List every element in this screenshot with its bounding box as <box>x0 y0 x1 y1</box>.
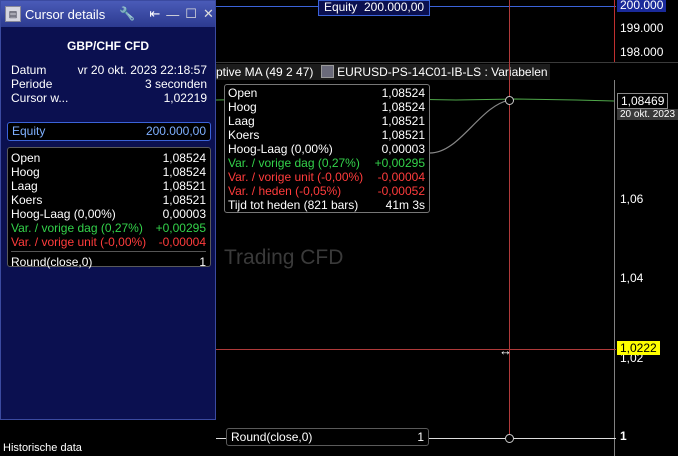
indicator-name: Round(close,0) <box>231 430 313 444</box>
tooltip-value: 1,08524 <box>381 100 425 114</box>
tooltip-label: Hoog <box>228 100 257 114</box>
tooltip-var-today-value: -0,00052 <box>377 184 425 198</box>
tooltip-label: Hoog-Laag (0,00%) <box>228 142 333 156</box>
maximize-button[interactable]: ☐ <box>185 6 197 22</box>
equity-label: Equity <box>12 124 46 138</box>
stat-label: Open <box>11 151 41 165</box>
pane-separator <box>216 62 678 63</box>
info-label: Cursor w... <box>11 91 69 105</box>
tooltip-value: 0,00003 <box>381 142 425 156</box>
date-tag: 20 okt. 2023 <box>617 109 678 120</box>
var-unit-value: -0,00004 <box>158 235 206 249</box>
round-indicator-label: Round(close,0) 1 <box>226 428 429 446</box>
tooltip-var-day-label: Var. / vorige dag (0,27%) <box>228 156 360 170</box>
tooltip-label: Laag <box>228 114 255 128</box>
cursor-window-icon: ▤ <box>5 6 21 22</box>
info-value: 1,02219 <box>163 91 207 105</box>
stats-divider <box>11 251 206 252</box>
stat-value: 1,08521 <box>162 179 206 193</box>
stat-label: Hoog-Laag (0,00%) <box>11 207 116 221</box>
chart-header: ptive MA (49 2 47) EURUSD-PS-14C01-IB-LS… <box>216 64 550 80</box>
top-equity-label: Equity <box>323 0 358 14</box>
tooltip-time-value: 41m 3s <box>385 198 425 212</box>
equity-box: Equity 200.000,00 <box>7 122 211 141</box>
indicator-name: ptive MA (49 2 47) <box>216 65 314 79</box>
stat-value: 1,08521 <box>162 193 206 207</box>
stat-value: 1,08524 <box>162 151 206 165</box>
current-price-tag: 1,08469 <box>617 93 669 109</box>
tooltip-value: 1,08521 <box>381 128 425 142</box>
crosshair-point <box>505 96 514 105</box>
panel-titlebar[interactable]: ▤ Cursor details 🔧 ⇤ — ☐ ✕ <box>1 1 215 27</box>
tooltip-var-day-value: +0,00295 <box>374 156 425 170</box>
resize-cursor-icon: ↔ <box>499 343 512 358</box>
price-tick-0: 1,06 <box>620 192 644 206</box>
info-value: 3 seconden <box>144 77 207 91</box>
panel-title: Cursor details <box>25 6 106 22</box>
indicator-point <box>505 434 514 443</box>
price-axis-border <box>614 80 615 456</box>
status-bar: Historische data <box>0 440 219 456</box>
wrench-icon[interactable]: 🔧 <box>119 6 135 22</box>
stat-value: 1,08524 <box>162 165 206 179</box>
info-value: vr 20 okt. 2023 22:18:57 <box>77 63 207 77</box>
variable-square-icon <box>320 65 334 78</box>
price-tick-1: 1,04 <box>620 271 644 285</box>
tooltip-value: 1,08524 <box>381 86 425 100</box>
top-axis-tick-1: 199.000 <box>620 21 664 35</box>
crosshair-vertical <box>509 0 510 440</box>
tooltip-var-unit-value: -0,00004 <box>377 170 425 184</box>
cursor-details-panel[interactable]: ▤ Cursor details 🔧 ⇤ — ☐ ✕ GBP/CHF CFD D… <box>0 0 216 420</box>
watermark: Trading CFD <box>224 246 344 269</box>
info-label: Datum <box>11 63 47 77</box>
round-value: 1 <box>199 255 206 269</box>
stat-label: Koers <box>11 193 43 207</box>
tooltip-label: Koers <box>228 128 260 142</box>
stat-label: Hoog <box>11 165 40 179</box>
variables-label: EURUSD-PS-14C01-IB-LS : Variabelen <box>337 65 548 79</box>
instrument-name: GBP/CHF CFD <box>67 39 149 53</box>
crosshair-horizontal <box>216 349 616 350</box>
minimize-button[interactable]: — <box>166 7 179 22</box>
bottom-axis-tick: 1 <box>620 429 627 443</box>
top-equity-value: 200.000,00 <box>363 0 425 14</box>
tooltip-var-today-label: Var. / heden (-0,05%) <box>228 184 342 198</box>
top-axis-border <box>614 0 615 62</box>
top-axis-tick-2: 198.000 <box>620 45 664 59</box>
cursor-value-tag: 1,0222 <box>617 341 660 355</box>
equity-value: 200.000,00 <box>145 124 206 138</box>
stat-value: 0,00003 <box>162 207 206 221</box>
cursor-tooltip: Open 1,08524 Hoog 1,08524 Laag 1,08521 Koer… <box>224 84 430 213</box>
var-day-label: Var. / vorige dag (0,27%) <box>11 221 143 235</box>
tooltip-label: Open <box>228 86 258 100</box>
var-day-value: +0,00295 <box>155 221 206 235</box>
top-equity-badge: Equity 200.000,00 <box>318 0 430 16</box>
stat-label: Laag <box>11 179 38 193</box>
top-axis-tick-0: 200.000 <box>617 0 667 12</box>
var-unit-label: Var. / vorige unit (-0,00%) <box>11 235 147 249</box>
pin-icon[interactable]: ⇤ <box>149 6 160 22</box>
stats-box: Open 1,08524 Hoog 1,08524 Laag 1,08521 Koer… <box>7 147 211 269</box>
round-label: Round(close,0) <box>11 255 93 269</box>
tooltip-value: 1,08521 <box>381 114 425 128</box>
tooltip-time-label: Tijd tot heden (821 bars) <box>228 198 359 212</box>
info-label: Periode <box>11 77 53 91</box>
close-button[interactable]: ✕ <box>203 6 214 22</box>
tooltip-var-unit-label: Var. / vorige unit (-0,00%) <box>228 170 364 184</box>
indicator-value: 1 <box>417 430 424 444</box>
